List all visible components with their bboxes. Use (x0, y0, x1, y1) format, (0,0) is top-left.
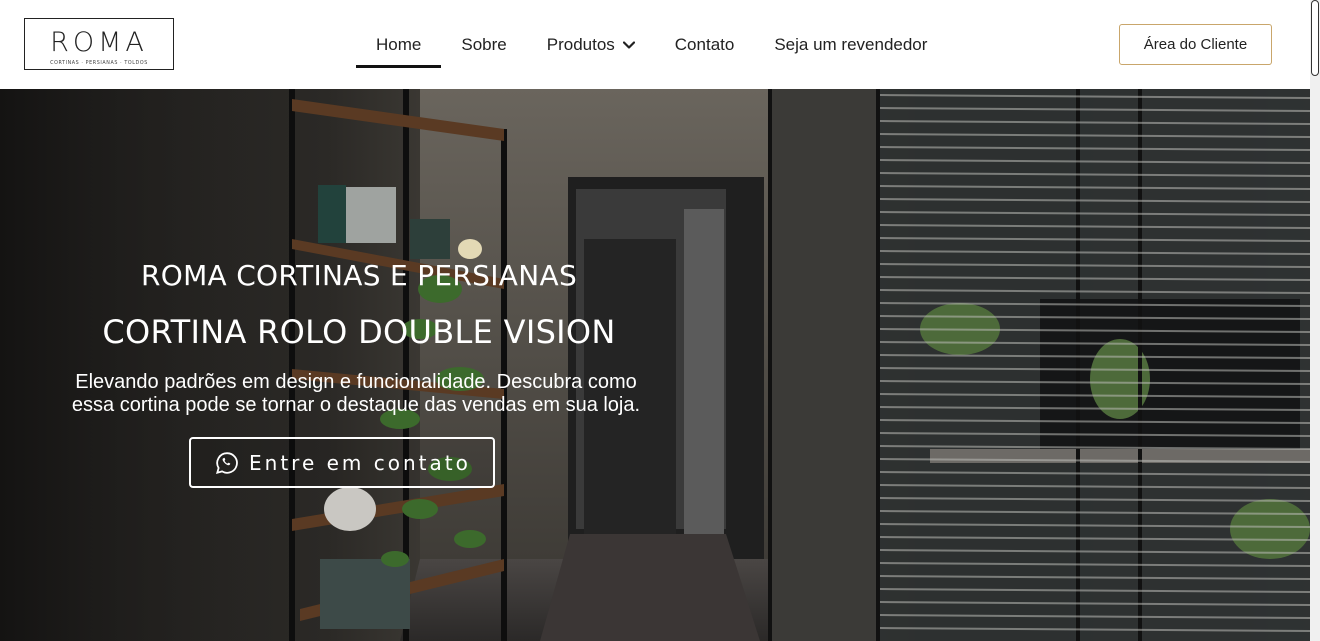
hero-banner: ROMA CORTINAS E PERSIANAS CORTINA ROLO D… (0, 89, 1310, 641)
nav-contato-label: Contato (674, 35, 735, 54)
contact-cta-button[interactable]: Entre em contato (189, 437, 495, 488)
whatsapp-icon (215, 451, 239, 475)
roma-logo[interactable]: ROMA Cortinas · Persianas · Toldos (24, 18, 174, 70)
chevron-down-icon[interactable] (622, 41, 635, 49)
hero-description-line-2: essa cortina pode se tornar o destaque d… (71, 394, 641, 416)
hero-subtitle: CORTINA ROLO DOUBLE VISION (102, 313, 616, 351)
hero-description-line-1: Elevando padrões em design e funcionalid… (75, 371, 637, 393)
nav-revendedor-label: Seja um revendedor (774, 35, 928, 54)
site-header: ROMA Cortinas · Persianas · Toldos Home … (0, 0, 1310, 89)
contact-cta-label: Entre em contato (249, 450, 471, 475)
nav-home-label: Home (376, 35, 422, 54)
nav-sobre-label: Sobre (461, 35, 507, 54)
hero-description: Elevando padrões em design e funcionalid… (20, 371, 692, 417)
client-area-button[interactable]: Área do Cliente (1119, 24, 1272, 65)
logo-wordmark: ROMA (50, 27, 148, 58)
nav-home[interactable]: Home (356, 22, 442, 68)
nav-revendedor[interactable]: Seja um revendedor (754, 22, 947, 68)
hero-title: ROMA CORTINAS E PERSIANAS (140, 259, 578, 292)
hero-background-image (0, 89, 1310, 641)
nav-produtos-label: Produtos (546, 35, 615, 54)
main-nav: Home Sobre Produtos Contato Seja um reve… (356, 22, 947, 68)
logo-tagline: Cortinas · Persianas · Toldos (50, 61, 148, 66)
page-scrollbar[interactable] (1310, 0, 1320, 641)
nav-produtos[interactable]: Produtos (527, 22, 655, 68)
nav-sobre[interactable]: Sobre (441, 22, 526, 68)
scrollbar-thumb[interactable] (1311, 0, 1319, 76)
nav-contato[interactable]: Contato (655, 22, 755, 68)
